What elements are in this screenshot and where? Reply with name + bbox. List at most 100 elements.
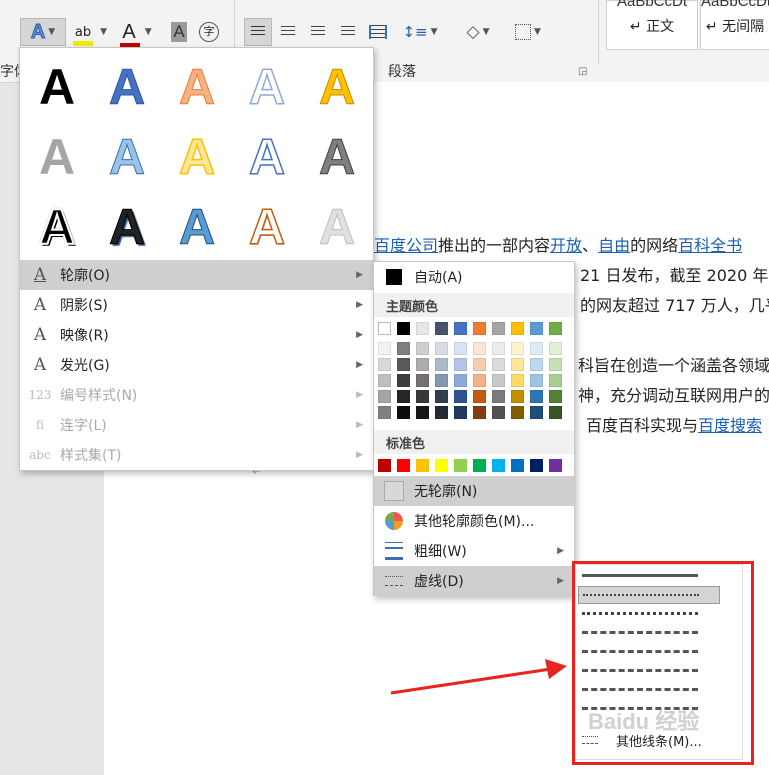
wordart-preset-8[interactable]: A — [167, 127, 227, 187]
shading-button[interactable]: ◇ ▼ — [456, 18, 500, 46]
standard-color-swatch[interactable] — [435, 459, 448, 472]
text-effect-item-4[interactable]: A 发光(G) ▶ — [20, 350, 373, 380]
wordart-preset-7[interactable]: A — [97, 127, 157, 187]
wordart-preset-14[interactable]: A — [237, 197, 297, 257]
distributed-button[interactable] — [366, 18, 390, 46]
weight-item[interactable]: 粗细(W) ▶ — [374, 536, 574, 566]
color-swatch[interactable] — [530, 342, 543, 355]
color-swatch[interactable] — [492, 322, 505, 335]
color-swatch[interactable] — [511, 374, 524, 387]
justify-button[interactable] — [336, 18, 360, 46]
color-swatch[interactable] — [511, 358, 524, 371]
standard-color-swatch[interactable] — [492, 459, 505, 472]
color-swatch[interactable] — [397, 358, 410, 371]
color-swatch[interactable] — [416, 322, 429, 335]
more-outline-colors-item[interactable]: 其他轮廓颜色(M)... — [374, 506, 574, 536]
color-swatch[interactable] — [549, 390, 562, 403]
wordart-preset-1[interactable]: A — [27, 57, 87, 117]
text-effects-button[interactable]: A ▼ — [20, 18, 66, 46]
align-center-button[interactable] — [276, 18, 300, 46]
standard-color-swatch[interactable] — [416, 459, 429, 472]
font-color-button[interactable]: A ▼ — [116, 18, 158, 48]
char-shading-button[interactable]: A — [168, 18, 190, 46]
color-swatch[interactable] — [530, 358, 543, 371]
color-swatch[interactable] — [435, 374, 448, 387]
wordart-preset-12[interactable]: A — [97, 197, 157, 257]
color-swatch[interactable] — [378, 406, 391, 419]
color-swatch[interactable] — [473, 406, 486, 419]
wordart-preset-9[interactable]: A — [237, 127, 297, 187]
standard-color-swatch[interactable] — [378, 459, 391, 472]
color-swatch[interactable] — [397, 390, 410, 403]
doc-link[interactable]: 百度搜索 — [698, 416, 762, 435]
color-swatch[interactable] — [378, 390, 391, 403]
color-swatch[interactable] — [454, 406, 467, 419]
color-swatch[interactable] — [549, 322, 562, 335]
color-swatch[interactable] — [397, 374, 410, 387]
color-swatch[interactable] — [416, 406, 429, 419]
color-swatch[interactable] — [378, 342, 391, 355]
color-swatch[interactable] — [416, 342, 429, 355]
color-swatch[interactable] — [416, 390, 429, 403]
color-swatch[interactable] — [473, 374, 486, 387]
color-swatch[interactable] — [435, 322, 448, 335]
color-swatch[interactable] — [454, 390, 467, 403]
color-swatch[interactable] — [492, 358, 505, 371]
doc-link[interactable]: 百度公司 — [374, 236, 438, 255]
standard-color-swatch[interactable] — [549, 459, 562, 472]
doc-link[interactable]: 自由 — [598, 236, 630, 255]
color-swatch[interactable] — [435, 358, 448, 371]
color-swatch[interactable] — [530, 406, 543, 419]
wordart-preset-6[interactable]: A — [27, 127, 87, 187]
dialog-launcher-icon[interactable]: ◲ — [578, 66, 587, 77]
color-swatch[interactable] — [454, 374, 467, 387]
doc-link[interactable]: 开放 — [550, 236, 582, 255]
color-swatch[interactable] — [378, 322, 391, 335]
standard-color-swatch[interactable] — [530, 459, 543, 472]
color-swatch[interactable] — [530, 322, 543, 335]
color-swatch[interactable] — [492, 406, 505, 419]
color-swatch[interactable] — [492, 390, 505, 403]
color-swatch[interactable] — [454, 358, 467, 371]
color-swatch[interactable] — [492, 342, 505, 355]
wordart-preset-10[interactable]: A — [307, 127, 367, 187]
color-swatch[interactable] — [454, 342, 467, 355]
text-effect-item-3[interactable]: A 映像(R) ▶ — [20, 320, 373, 350]
color-swatch[interactable] — [435, 342, 448, 355]
color-swatch[interactable] — [378, 358, 391, 371]
dashes-item[interactable]: 虚线(D) ▶ — [374, 566, 574, 596]
color-swatch[interactable] — [473, 322, 486, 335]
wordart-preset-11[interactable]: A — [27, 197, 87, 257]
wordart-preset-4[interactable]: A — [237, 57, 297, 117]
color-swatch[interactable] — [511, 322, 524, 335]
align-left-button[interactable] — [244, 18, 272, 46]
style-normal[interactable]: AaBbCcDt ↵ 正文 — [606, 0, 698, 50]
automatic-color-item[interactable]: 自动(A) — [374, 262, 574, 292]
color-swatch[interactable] — [511, 342, 524, 355]
color-swatch[interactable] — [435, 390, 448, 403]
wordart-preset-3[interactable]: A — [167, 57, 227, 117]
color-swatch[interactable] — [397, 342, 410, 355]
highlight-button[interactable]: ab ▼ — [70, 18, 112, 46]
color-swatch[interactable] — [397, 406, 410, 419]
text-effect-item-2[interactable]: A 阴影(S) ▶ — [20, 290, 373, 320]
align-right-button[interactable] — [306, 18, 330, 46]
text-effect-item-1[interactable]: A 轮廓(O) ▶ — [20, 260, 373, 290]
color-swatch[interactable] — [416, 374, 429, 387]
standard-color-swatch[interactable] — [473, 459, 486, 472]
doc-link[interactable]: 百科全书 — [678, 236, 742, 255]
no-outline-item[interactable]: 无轮廓(N) — [374, 476, 574, 506]
standard-color-swatch[interactable] — [397, 459, 410, 472]
color-swatch[interactable] — [378, 374, 391, 387]
wordart-preset-2[interactable]: A — [97, 57, 157, 117]
wordart-preset-15[interactable]: A — [307, 197, 367, 257]
color-swatch[interactable] — [473, 342, 486, 355]
color-swatch[interactable] — [473, 390, 486, 403]
enclose-char-button[interactable]: 字 — [197, 18, 221, 46]
color-swatch[interactable] — [454, 322, 467, 335]
style-no-spacing[interactable]: AaBbCcDt ↵ 无间隔 — [700, 0, 769, 50]
color-swatch[interactable] — [435, 406, 448, 419]
color-swatch[interactable] — [530, 374, 543, 387]
borders-button[interactable]: ▼ — [508, 18, 548, 46]
wordart-preset-5[interactable]: A — [307, 57, 367, 117]
